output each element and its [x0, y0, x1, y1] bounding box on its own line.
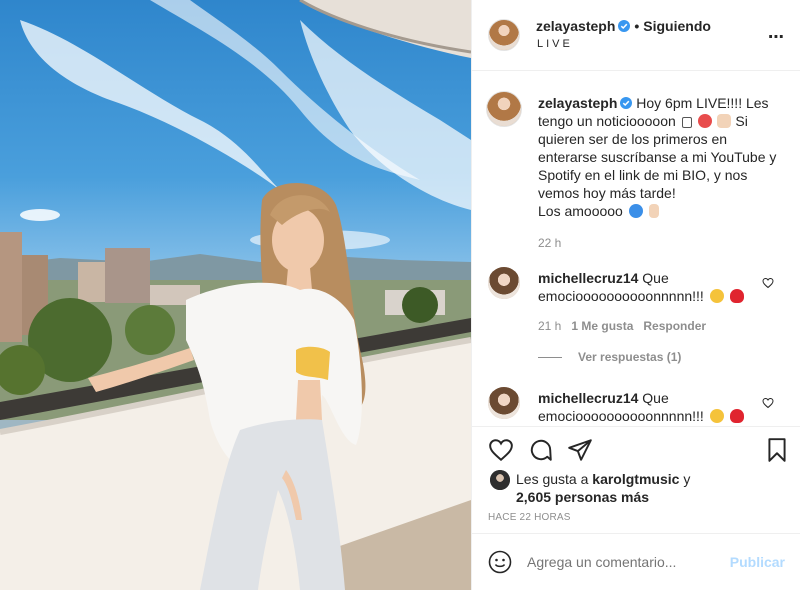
- header-user-line: zelayasteph • Siguiendo: [536, 18, 711, 34]
- post-photo[interactable]: [0, 0, 471, 590]
- bookmark-icon[interactable]: [764, 437, 790, 463]
- comment-input[interactable]: [527, 554, 717, 570]
- liker-avatar[interactable]: [490, 470, 510, 490]
- caption-line-5: enterarse suscríbanse a mi YouTube y: [538, 149, 777, 165]
- heart-eyes-emoji-icon: [709, 409, 724, 423]
- caption-line-4: quieren ser de los primeros en: [538, 131, 728, 147]
- heart-eyes-emoji-icon: [709, 289, 724, 303]
- caption-line-7: vemos hoy más tarde!: [538, 185, 676, 201]
- post-comment-button[interactable]: Publicar: [730, 554, 785, 570]
- action-bar: [472, 426, 800, 470]
- comment-text-a: Que: [642, 270, 669, 286]
- comment-text-b: emocioooooooooonnnnn!!!: [538, 288, 704, 304]
- siren-emoji-icon: [697, 114, 712, 128]
- caption-text: zelayasteph Hoy 6pm LIVE!!!! Les tengo u…: [538, 94, 790, 252]
- comment-composer: Publicar: [472, 533, 800, 590]
- likes-count-link[interactable]: 2,605 personas más: [516, 489, 649, 505]
- red-heart-emoji-icon: [729, 409, 744, 423]
- comment-username[interactable]: michellecruz14: [538, 390, 638, 406]
- caption-line-3: Si: [735, 113, 748, 129]
- comment-username[interactable]: michellecruz14: [538, 270, 638, 286]
- caption-line-6: Spotify en el link de mi BIO, y nos: [538, 167, 748, 183]
- caption-line-8: Los amooooo: [538, 203, 623, 219]
- replies-line: [538, 357, 562, 358]
- follow-status-button[interactable]: Siguiendo: [643, 18, 711, 34]
- emoji-icon[interactable]: [488, 550, 512, 574]
- comment-meta: 21 h 1 Me gusta Responder: [538, 317, 790, 335]
- comment-like-heart-icon[interactable]: [762, 277, 774, 289]
- likes-conj: y: [683, 471, 691, 487]
- comments-list[interactable]: zelayasteph Hoy 6pm LIVE!!!! Les tengo u…: [472, 71, 800, 425]
- author-avatar[interactable]: [488, 19, 520, 51]
- separator-dot: •: [634, 18, 640, 34]
- post-timestamp[interactable]: HACE 22 HORAS: [488, 512, 571, 523]
- peace-hand-emoji-icon: [648, 204, 659, 218]
- heart-icon[interactable]: [488, 437, 514, 463]
- liker-username[interactable]: karolgtmusic: [592, 471, 679, 487]
- author-username[interactable]: zelayasteph: [536, 18, 615, 34]
- blue-heart-emoji-icon: [628, 204, 643, 218]
- commenter-avatar[interactable]: [488, 387, 520, 419]
- post-header: zelayasteph • Siguiendo LIVE ⋯: [472, 0, 800, 71]
- likes-prefix: Les gusta a: [516, 471, 589, 487]
- hands-emoji-icon: [717, 114, 732, 128]
- box-emoji-icon: [681, 117, 692, 128]
- verified-badge-icon: [618, 20, 631, 32]
- comment-text-b: emocioooooooooonnnnn!!!: [538, 408, 704, 424]
- photo-scene: [0, 0, 471, 590]
- caption-line-2: tengo un noticiooooon: [538, 113, 676, 129]
- comment-text: michellecruz14 Que emocioooooooooonnnnn!…: [538, 269, 790, 335]
- share-icon[interactable]: [567, 437, 593, 463]
- view-replies-button[interactable]: Ver respuestas (1): [538, 350, 681, 364]
- caption-avatar[interactable]: [486, 91, 522, 127]
- commenter-avatar[interactable]: [488, 267, 520, 299]
- verified-badge-icon: [620, 97, 633, 109]
- reply-button[interactable]: Responder: [643, 319, 706, 333]
- location-label[interactable]: LIVE: [537, 38, 573, 50]
- comment-time: 21 h: [538, 319, 562, 333]
- caption-line-1: Hoy 6pm LIVE!!!! Les: [636, 95, 769, 111]
- more-options-icon[interactable]: ⋯: [768, 27, 785, 47]
- caption-time: 22 h: [538, 236, 562, 250]
- comment-likes-link[interactable]: 1 Me gusta: [571, 319, 633, 333]
- red-heart-emoji-icon: [729, 289, 744, 303]
- post-side-panel: zelayasteph • Siguiendo LIVE ⋯ zelayasteph…: [471, 0, 800, 590]
- comment-like-heart-icon[interactable]: [762, 397, 774, 409]
- comment-text-a: Que: [642, 390, 669, 406]
- likes-text: Les gusta a karolgtmusic y 2,605 persona…: [516, 470, 796, 506]
- comment-text: michellecruz14 Que emocioooooooooonnnnn!…: [538, 389, 790, 425]
- caption-username[interactable]: zelayasteph: [538, 95, 617, 111]
- comment-icon[interactable]: [528, 437, 554, 463]
- view-replies-label: Ver respuestas (1): [578, 350, 682, 364]
